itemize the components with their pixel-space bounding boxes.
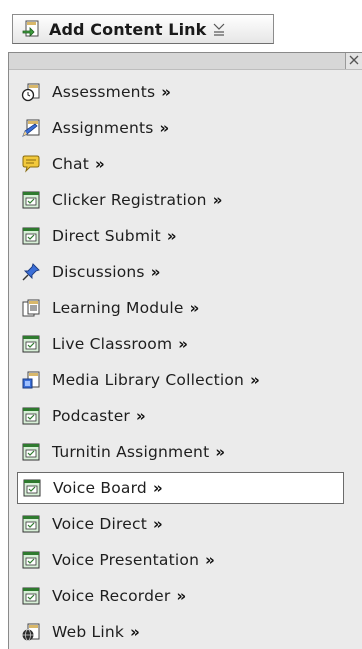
- menu-item-learning-module[interactable]: Learning Module »: [17, 294, 344, 322]
- tool-window-icon: [22, 515, 40, 533]
- menu-item-clicker-registration[interactable]: Clicker Registration »: [17, 186, 344, 214]
- tool-window-icon: [22, 551, 40, 569]
- menu-header-bar: [9, 53, 362, 70]
- submenu-arrow: »: [152, 515, 163, 533]
- tool-window-icon: [22, 587, 40, 605]
- menu-item-direct-submit[interactable]: Direct Submit »: [17, 222, 344, 250]
- menu-item-label: Live Classroom: [52, 335, 173, 353]
- tool-window-icon: [22, 227, 40, 245]
- submenu-arrow: »: [161, 83, 171, 101]
- menu-item-label: Media Library Collection: [52, 371, 245, 389]
- menu-item-label: Voice Direct: [52, 515, 147, 533]
- submenu-arrow: »: [215, 443, 226, 461]
- menu-item-label: Voice Recorder: [52, 587, 171, 605]
- menu-item-label: Chat: [52, 155, 90, 173]
- tool-window-icon: [22, 443, 40, 461]
- menu-item-label: Podcaster: [52, 407, 130, 425]
- menu-item-label: Learning Module: [52, 299, 184, 317]
- menu-item-turnitin-assignment[interactable]: Turnitin Assignment »: [17, 438, 344, 466]
- tool-window-icon: [22, 191, 40, 209]
- submenu-arrow: »: [178, 335, 188, 353]
- assignment-pencil-icon: [22, 119, 40, 137]
- menu-item-label: Direct Submit: [52, 227, 161, 245]
- submenu-arrow: »: [176, 587, 187, 605]
- menu-item-chat[interactable]: Chat »: [17, 150, 344, 178]
- tool-window-icon: [22, 335, 40, 353]
- menu-item-label: Voice Presentation: [52, 551, 200, 569]
- menu-item-voice-recorder[interactable]: Voice Recorder »: [17, 582, 344, 610]
- menu-item-label: Web Link: [52, 623, 125, 641]
- menu-item-label: Assessments: [52, 83, 156, 101]
- close-icon: [349, 55, 359, 65]
- menu-item-label: Voice Board: [53, 479, 147, 497]
- media-library-icon: [22, 371, 40, 389]
- chevron-down-icon: [213, 23, 225, 36]
- submenu-arrow: »: [205, 551, 215, 569]
- submenu-arrow: »: [159, 119, 170, 137]
- menu-item-label: Discussions: [52, 263, 145, 281]
- submenu-arrow: »: [136, 407, 146, 425]
- submenu-arrow: »: [150, 263, 161, 281]
- add-content-link-label: Add Content Link: [49, 19, 207, 39]
- pushpin-icon: [22, 263, 40, 281]
- menu-item-voice-board[interactable]: Voice Board »: [17, 472, 344, 504]
- menu-item-label: Turnitin Assignment: [52, 443, 210, 461]
- menu-item-label: Assignments: [52, 119, 154, 137]
- add-content-link-button[interactable]: Add Content Link: [12, 14, 274, 44]
- tool-window-icon: [23, 479, 41, 497]
- tool-window-icon: [22, 407, 40, 425]
- menu-item-live-classroom[interactable]: Live Classroom »: [17, 330, 344, 358]
- menu-item-assessments[interactable]: Assessments »: [17, 78, 344, 106]
- add-content-link-icon: [22, 20, 39, 37]
- submenu-arrow: »: [250, 371, 260, 389]
- submenu-arrow: »: [130, 623, 140, 641]
- web-link-globe-icon: [22, 623, 40, 641]
- close-button[interactable]: [345, 53, 362, 69]
- content-link-menu: Assessments » Assignments » Chat » Click…: [8, 52, 362, 649]
- learning-module-icon: [22, 299, 40, 317]
- toolbar: Add Content Link: [0, 0, 362, 46]
- menu-item-podcaster[interactable]: Podcaster »: [17, 402, 344, 430]
- menu-item-discussions[interactable]: Discussions »: [17, 258, 344, 286]
- chat-bubble-icon: [22, 155, 40, 173]
- submenu-arrow: »: [189, 299, 200, 317]
- submenu-arrow: »: [152, 479, 163, 497]
- assessment-clock-icon: [21, 83, 40, 102]
- menu-item-media-library-collection[interactable]: Media Library Collection »: [17, 366, 344, 394]
- submenu-arrow: »: [166, 227, 177, 245]
- menu-item-label: Clicker Registration: [52, 191, 207, 209]
- menu-item-voice-presentation[interactable]: Voice Presentation »: [17, 546, 344, 574]
- submenu-arrow: »: [212, 191, 223, 209]
- menu-item-web-link[interactable]: Web Link »: [17, 618, 344, 646]
- menu-item-assignments[interactable]: Assignments »: [17, 114, 344, 142]
- submenu-arrow: »: [95, 155, 105, 173]
- menu-item-voice-direct[interactable]: Voice Direct »: [17, 510, 344, 538]
